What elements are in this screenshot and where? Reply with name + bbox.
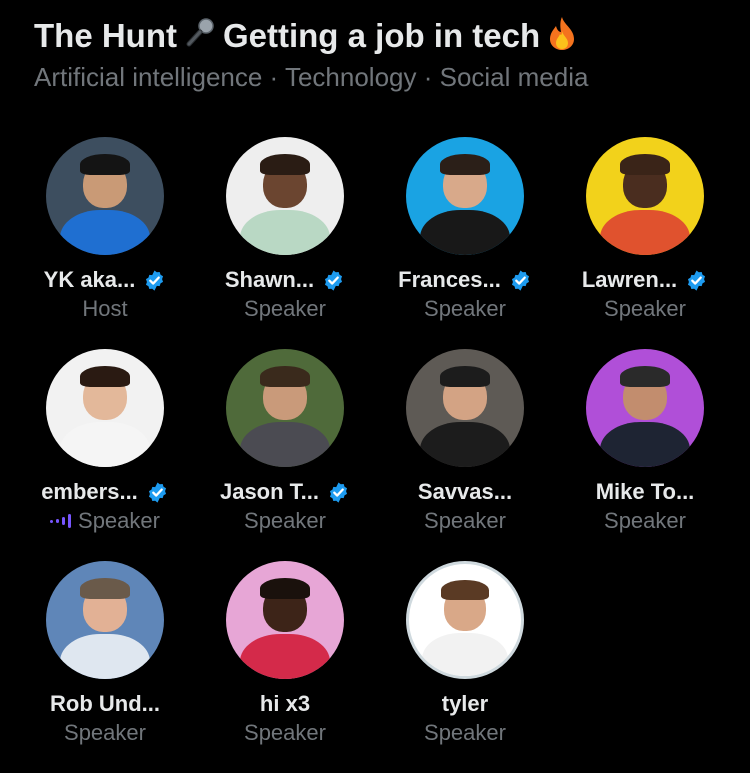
avatar[interactable]: [226, 137, 344, 255]
avatar[interactable]: [406, 137, 524, 255]
participant-name: Savvas...: [417, 479, 513, 504]
participant-name-row: hi x3: [260, 689, 310, 719]
participant-card[interactable]: Mike To... Speaker: [555, 349, 735, 561]
participant-name-row: Frances...: [398, 265, 532, 295]
participant-name-row: tyler: [442, 689, 488, 719]
participant-role: Speaker: [604, 508, 686, 533]
participant-name-row: Shawn...: [225, 265, 345, 295]
participant-role: Speaker: [604, 296, 686, 321]
participant-name: Rob Und...: [50, 691, 160, 716]
space-header: The Hunt Getting a job in tech Artificia…: [34, 14, 730, 94]
avatar[interactable]: [226, 561, 344, 679]
participant-name: Lawren...: [581, 267, 678, 292]
verified-badge-icon: [322, 269, 345, 292]
verified-badge-icon: [509, 269, 532, 292]
verified-badge-icon: [327, 481, 350, 504]
participant-name: Frances...: [398, 267, 501, 292]
participant-card[interactable]: Frances... Speaker: [375, 137, 555, 349]
participant-role: Speaker: [424, 296, 506, 321]
participant-role-row: Host: [82, 295, 127, 323]
avatar[interactable]: [406, 561, 524, 679]
participant-role: Speaker: [244, 508, 326, 533]
participant-name-row: Rob Und...: [50, 689, 160, 719]
participant-role: Speaker: [64, 720, 146, 745]
participant-role: Speaker: [424, 720, 506, 745]
avatar[interactable]: [586, 137, 704, 255]
participant-name: Jason T...: [219, 479, 320, 504]
space-title-part1: The Hunt: [34, 17, 177, 54]
participant-name: YK aka...: [43, 267, 136, 292]
participant-name-row: Savvas...: [418, 477, 512, 507]
participant-role: Speaker: [244, 296, 326, 321]
avatar[interactable]: [226, 349, 344, 467]
participant-role-row: Speaker: [244, 507, 326, 535]
participant-name-row: Lawren...: [582, 265, 708, 295]
participant-card[interactable]: embers... Speaker: [15, 349, 195, 561]
participant-card[interactable]: Shawn... Speaker: [195, 137, 375, 349]
participant-card[interactable]: YK aka... Host: [15, 137, 195, 349]
participant-name: embers...: [41, 479, 138, 504]
participant-name-row: Jason T...: [220, 477, 350, 507]
participant-name: hi x3: [259, 691, 311, 716]
participant-role-row: Speaker: [244, 719, 326, 747]
participant-role: Speaker: [244, 720, 326, 745]
participant-role-row: Speaker: [64, 719, 146, 747]
verified-badge-icon: [685, 269, 708, 292]
participant-name: Mike To...: [595, 479, 695, 504]
participant-card[interactable]: Rob Und... Speaker: [15, 561, 195, 773]
space-title-part2: Getting a job in tech: [222, 17, 541, 54]
participant-name-row: YK aka...: [44, 265, 167, 295]
participant-role: Speaker: [424, 508, 506, 533]
avatar[interactable]: [46, 349, 164, 467]
participant-role: Speaker: [78, 508, 160, 533]
speaking-waveform-icon: [50, 514, 72, 528]
space-title: The Hunt Getting a job in tech: [34, 14, 730, 58]
space-topics: Artificial intelligence · Technology · S…: [34, 62, 589, 92]
participant-card[interactable]: Savvas... Speaker: [375, 349, 555, 561]
verified-badge-icon: [146, 481, 169, 504]
participant-grid: YK aka... Host Shawn... Speaker Frances... Sp…: [15, 137, 735, 773]
participant-card[interactable]: hi x3 Speaker: [195, 561, 375, 773]
fire-icon: [546, 15, 578, 57]
participant-card[interactable]: Jason T... Speaker: [195, 349, 375, 561]
avatar[interactable]: [46, 561, 164, 679]
participant-card[interactable]: tyler Speaker: [375, 561, 555, 773]
participant-name-row: embers...: [41, 477, 169, 507]
participant-role-row: Speaker: [50, 507, 160, 535]
participant-role-row: Speaker: [244, 295, 326, 323]
participant-role-row: Speaker: [424, 295, 506, 323]
microphone-icon: [183, 16, 217, 56]
participant-role-row: Speaker: [604, 295, 686, 323]
avatar[interactable]: [46, 137, 164, 255]
participant-name: Shawn...: [224, 267, 315, 292]
participant-role-row: Speaker: [424, 719, 506, 747]
participant-name: tyler: [441, 691, 489, 716]
avatar[interactable]: [586, 349, 704, 467]
participant-role-row: Speaker: [604, 507, 686, 535]
avatar[interactable]: [406, 349, 524, 467]
participant-role-row: Speaker: [424, 507, 506, 535]
participant-role: Host: [82, 296, 128, 321]
participant-card[interactable]: Lawren... Speaker: [555, 137, 735, 349]
verified-badge-icon: [143, 269, 166, 292]
participant-name-row: Mike To...: [596, 477, 695, 507]
